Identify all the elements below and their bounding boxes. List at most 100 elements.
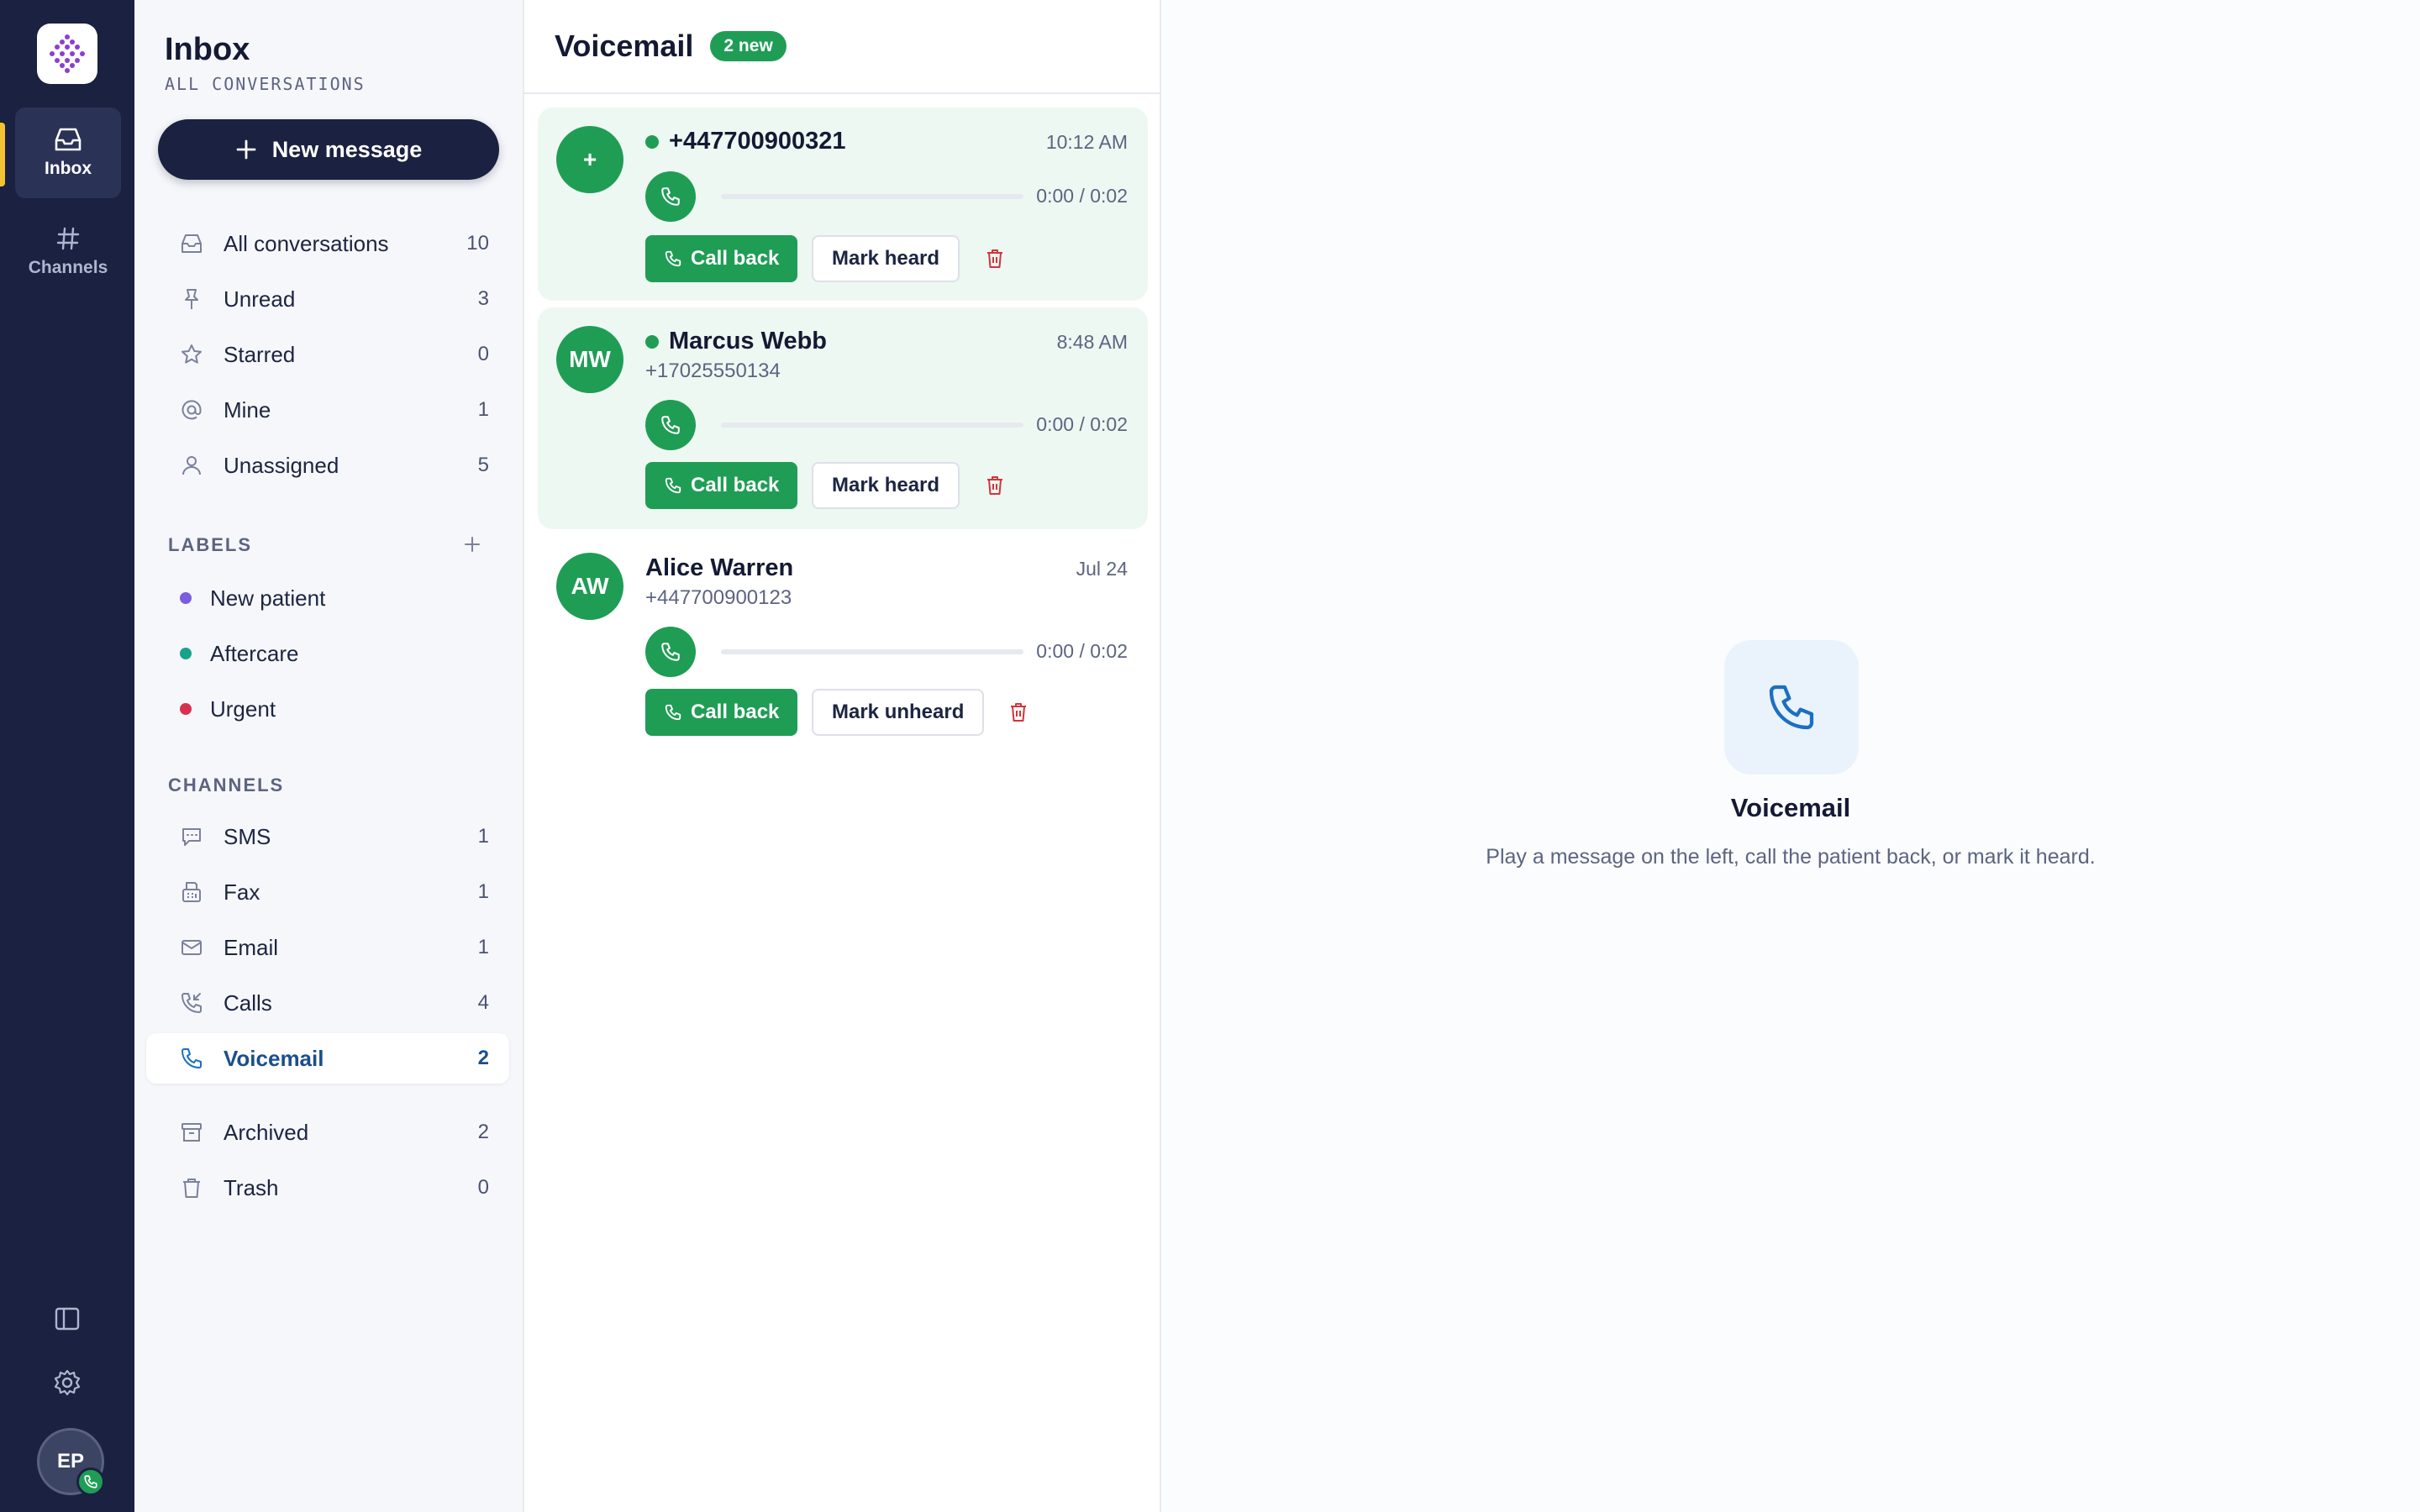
voicemail-item[interactable]: AW Alice Warren Jul 24 +447700900123 0:0… [538,534,1148,756]
caller-name: Alice Warren [645,554,794,581]
mark-heard-button[interactable]: Mark heard [812,235,960,282]
nav-item-unassigned[interactable]: Unassigned 5 [146,440,509,491]
delete-voicemail-button[interactable] [978,242,1012,276]
nav-item-count: 2 [477,1047,489,1069]
nav-item-unread[interactable]: Unread 3 [146,274,509,324]
phone-icon [76,1467,105,1496]
nav-item-trash[interactable]: Trash 0 [146,1163,509,1213]
unread-dot [645,134,659,149]
nav-item-label: Starred [224,341,296,367]
add-label-button[interactable] [459,531,486,558]
nav-item-label: Voicemail [224,1045,324,1071]
voicemail-item[interactable]: + +447700900321 10:12 AM 0:00 / 0:02 Cal… [538,108,1148,301]
fax-icon [182,882,201,902]
empty-state-description: Play a message on the left, call the pat… [1486,845,2096,869]
rail-item-label: Inbox [45,159,92,178]
label-name: New patient [210,585,326,611]
empty-state-title: Voicemail [1730,793,1851,822]
nav-item-count: 2 [477,1121,489,1143]
nav-item-count: 0 [477,1176,489,1199]
trash-icon [1011,703,1026,722]
new-message-button[interactable]: New message [158,119,499,180]
nav-item-count: 4 [477,991,489,1014]
nav-item-label: Unassigned [224,452,339,478]
call-back-button[interactable]: Call back [645,235,798,282]
label-item-new-patient[interactable]: New patient [146,575,509,622]
voicemail-item[interactable]: MW Marcus Webb 8:48 AM +17025550134 0:00… [538,307,1148,529]
trash-icon [987,476,1002,495]
call-back-button[interactable]: Call back [645,462,798,509]
nav-item-archived[interactable]: Archived 2 [146,1107,509,1158]
caller-name-row: Marcus Webb [645,328,827,355]
archive-icon [182,1123,202,1142]
avatar: MW [556,326,623,393]
playback-duration: 0:00 / 0:02 [1036,413,1128,435]
caller-phone: +447700900123 [645,586,792,609]
call-back-label: Call back [691,474,780,496]
inbox-sidebar: Inbox ALL CONVERSATIONS New message All … [134,0,524,1512]
channel-item-fax[interactable]: Fax 1 [146,867,509,917]
nav-item-label: SMS [224,823,271,849]
play-button[interactable] [645,171,696,222]
phone-icon [665,250,681,267]
list-header: Voicemail 2 new [524,0,1161,94]
phone-icon [665,477,681,494]
mark-heard-button[interactable]: Mark heard [812,462,960,509]
call-back-label: Call back [691,701,780,723]
caller-name: +447700900321 [669,128,846,155]
nav-item-label: Unread [224,286,296,312]
rail-item-label: Channels [28,258,108,277]
nav-item-count: 5 [477,454,489,476]
gear-icon[interactable] [49,1364,86,1401]
phone-incoming-icon [182,993,202,1013]
voicemail-time: Jul 24 [1076,558,1128,580]
playback-progress[interactable] [721,649,1023,654]
label-item-urgent[interactable]: Urgent [146,685,509,732]
nav-item-label: Mine [224,396,271,423]
rail-item-channels[interactable]: Channels [15,207,121,297]
playback-progress[interactable] [721,423,1023,428]
nav-item-count: 1 [477,398,489,421]
channel-item-email[interactable]: Email 1 [146,922,509,973]
at-icon [182,400,202,420]
nav-item-starred[interactable]: Starred 0 [146,329,509,380]
sidebar-toggle-icon[interactable] [49,1300,86,1337]
user-avatar[interactable]: EP [37,1428,105,1496]
delete-voicemail-button[interactable] [978,469,1012,502]
delete-voicemail-button[interactable] [1002,696,1035,729]
nav-item-count: 10 [466,232,489,255]
nav-item-count: 1 [477,880,489,903]
caller-name: Marcus Webb [669,328,828,354]
nav-item-all-conversations[interactable]: All conversations 10 [146,218,509,269]
avatar-initials: EP [56,1450,84,1473]
plus-icon [465,537,480,552]
rail-item-inbox[interactable]: Inbox [15,108,121,198]
playback-progress[interactable] [721,194,1023,199]
nav-item-label: Email [224,934,279,960]
avatar: AW [556,553,623,620]
channel-item-calls[interactable]: Calls 4 [146,978,509,1028]
label-item-aftercare[interactable]: Aftercare [146,630,509,677]
page-subtitle: ALL CONVERSATIONS [165,74,366,94]
mail-icon [182,940,202,955]
play-button[interactable] [645,627,696,677]
app-logo[interactable] [37,24,97,84]
phone-icon [1724,640,1859,774]
caller-name-row: +447700900321 [645,128,845,155]
nav-item-count: 3 [477,287,489,310]
call-back-button[interactable]: Call back [645,689,798,736]
hash-icon [56,227,80,250]
nav-item-label: Fax [224,879,260,905]
channel-item-sms[interactable]: SMS 1 [146,811,509,862]
nav-item-count: 0 [477,343,489,365]
user-icon [182,456,201,475]
phone-icon [661,416,680,434]
call-back-label: Call back [691,247,780,270]
channel-item-voicemail[interactable]: Voicemail 2 [146,1033,509,1084]
play-button[interactable] [645,400,696,450]
avatar: + [556,126,623,193]
nav-item-mine[interactable]: Mine 1 [146,385,509,435]
playback-duration: 0:00 / 0:02 [1036,185,1128,207]
mark-unheard-button[interactable]: Mark unheard [812,689,985,736]
channels-heading: CHANNELS [168,774,285,795]
